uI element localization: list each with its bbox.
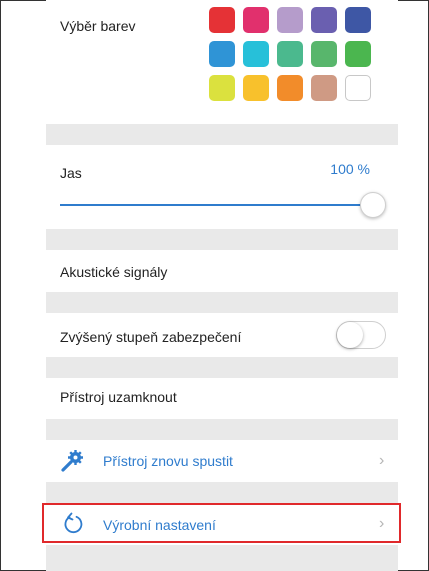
restart-device-label: Přístroj znovu spustit [103, 453, 233, 469]
lock-device-row[interactable]: Přístroj uzamknout [46, 378, 398, 419]
chevron-right-icon: › [379, 452, 385, 469]
section-separator [46, 482, 398, 503]
color-swatch-pink[interactable] [243, 7, 269, 33]
wrench-gear-icon [60, 449, 84, 473]
section-separator [46, 357, 398, 378]
acoustic-signals-label: Akustické signály [60, 264, 168, 280]
settings-panel: Výběr barev Jas 100 % Akustické signály … [46, 0, 398, 571]
factory-reset-highlight-box [42, 503, 401, 543]
color-swatch-lavender[interactable] [277, 7, 303, 33]
section-separator [46, 545, 398, 571]
color-swatch-tan[interactable] [311, 75, 337, 101]
color-swatch-cyan[interactable] [243, 41, 269, 67]
section-separator [46, 419, 398, 440]
color-swatch-bright-green[interactable] [345, 41, 371, 67]
section-separator [46, 124, 398, 145]
brightness-slider-track[interactable] [60, 204, 374, 206]
brightness-label: Jas [60, 165, 82, 181]
color-swatch-teal[interactable] [277, 41, 303, 67]
color-swatch-green[interactable] [311, 41, 337, 67]
color-swatch-orange[interactable] [277, 75, 303, 101]
security-toggle[interactable] [336, 321, 386, 349]
color-swatch-navy[interactable] [345, 7, 371, 33]
security-label: Zvýšený stupeň zabezpečení [60, 329, 242, 345]
toggle-knob [337, 322, 363, 348]
brightness-value: 100 % [330, 161, 370, 177]
color-swatch-yellow[interactable] [243, 75, 269, 101]
color-swatch-red[interactable] [209, 7, 235, 33]
acoustic-signals-row[interactable]: Akustické signály [46, 250, 398, 292]
color-swatch-white[interactable] [345, 75, 371, 101]
section-separator [46, 292, 398, 313]
color-swatch-lime[interactable] [209, 75, 235, 101]
section-separator [46, 229, 398, 250]
brightness-slider-thumb[interactable] [360, 192, 386, 218]
color-swatch-blue[interactable] [209, 41, 235, 67]
brightness-row: Jas 100 % [46, 145, 398, 229]
color-picker-row: Výběr barev [46, 0, 398, 124]
security-row: Zvýšený stupeň zabezpečení [46, 313, 398, 357]
color-picker-label: Výběr barev [60, 18, 136, 34]
color-swatch-purple[interactable] [311, 7, 337, 33]
restart-device-row[interactable]: Přístroj znovu spustit › [46, 440, 398, 482]
lock-device-label: Přístroj uzamknout [60, 389, 177, 405]
